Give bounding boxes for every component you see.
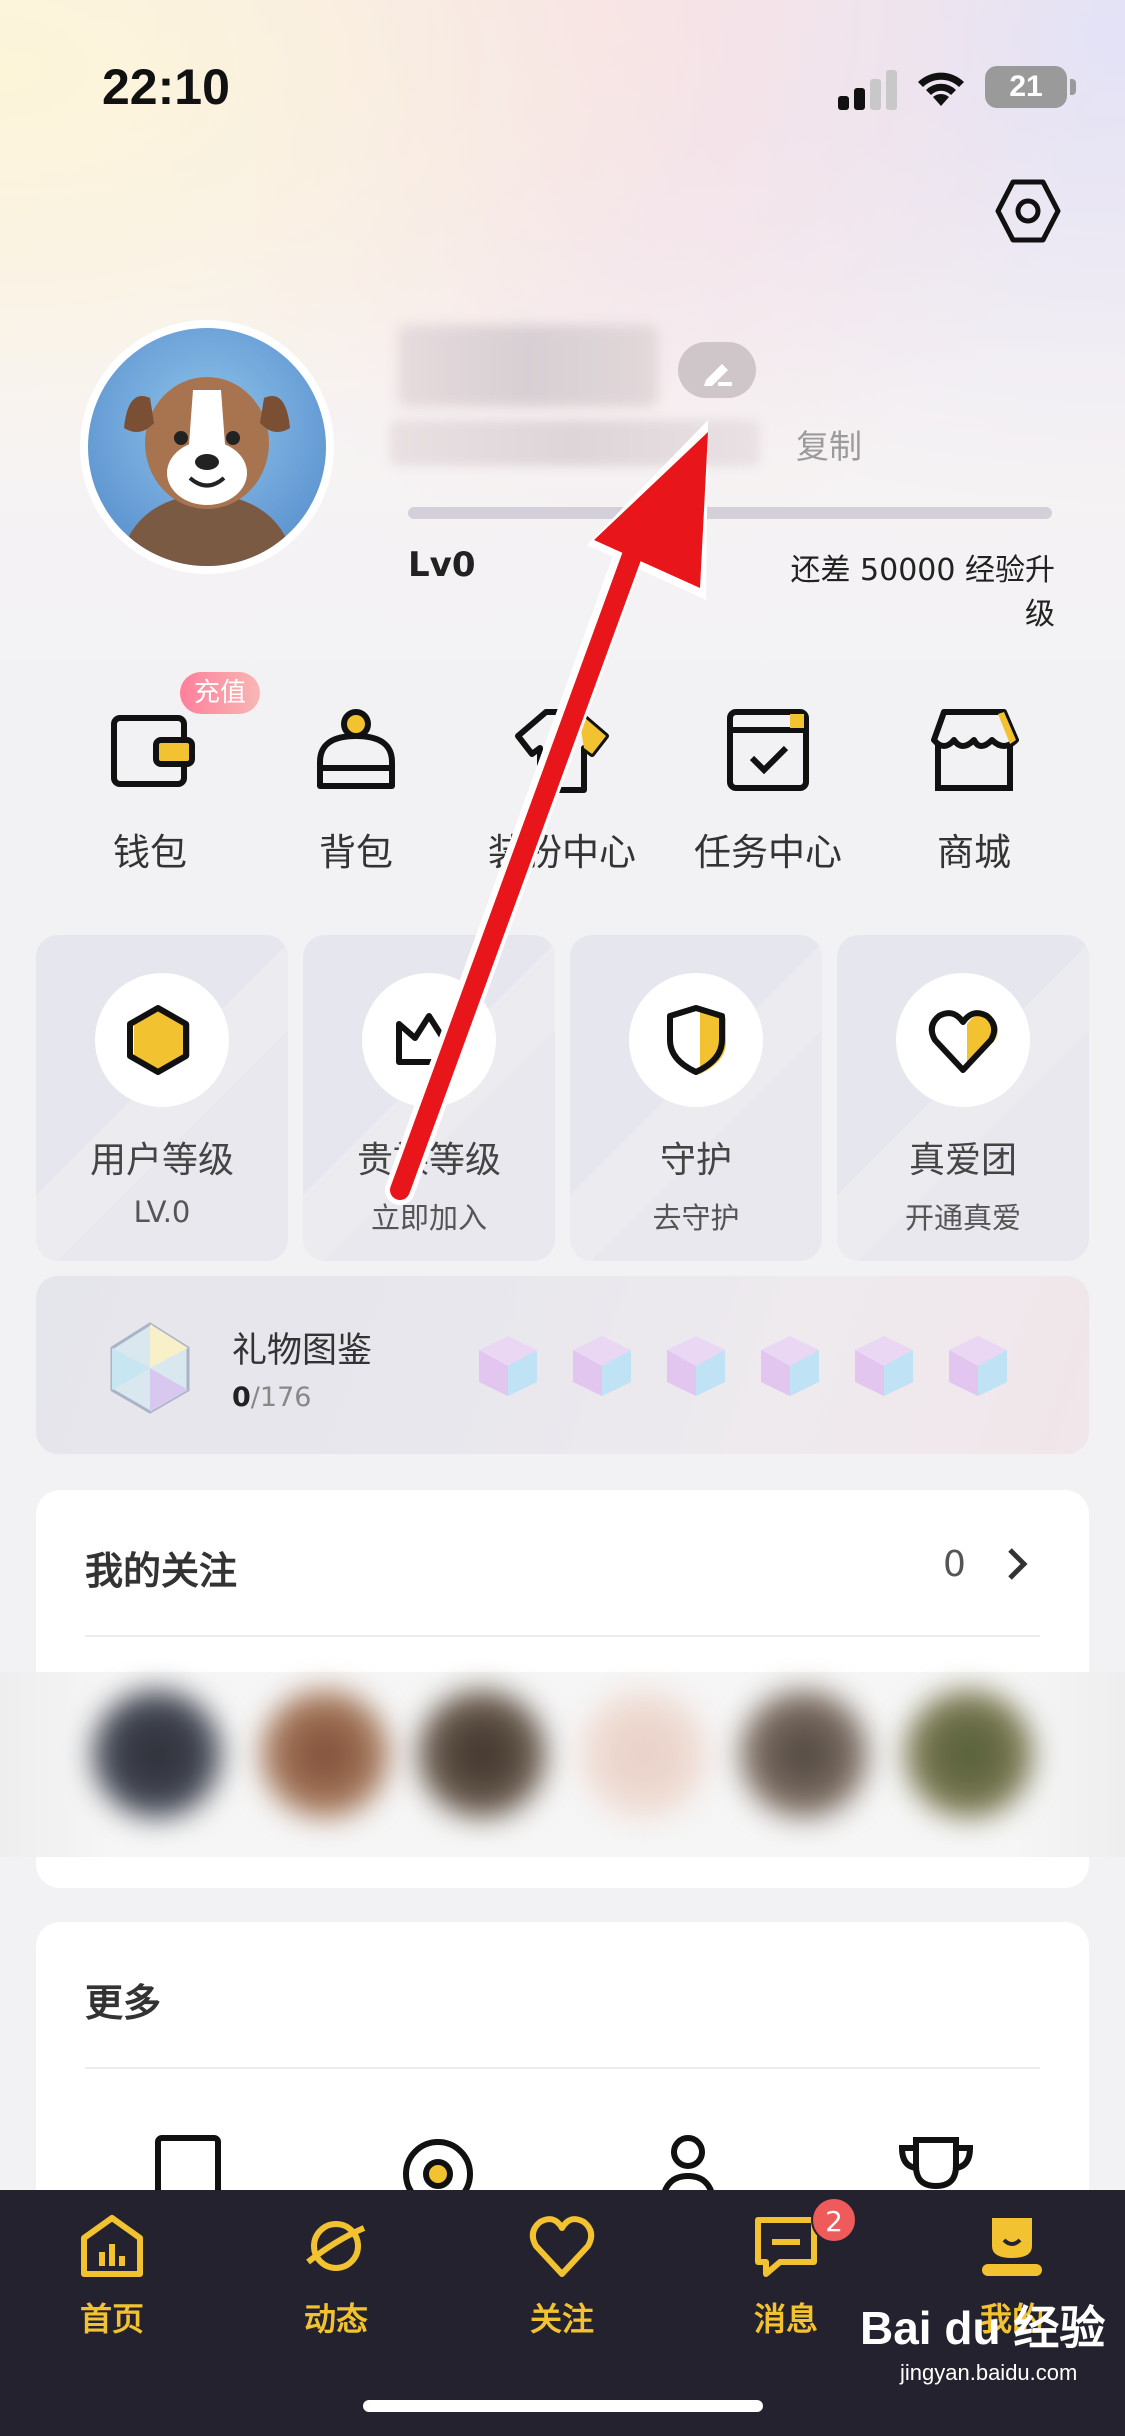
card-subtitle: 立即加入 — [370, 1201, 487, 1235]
hexagon-icon — [127, 1005, 190, 1075]
crown-icon — [396, 1013, 462, 1065]
user-id-blurred — [390, 420, 760, 466]
dressup-center-button[interactable]: 装扮中心 — [462, 700, 662, 876]
backpack-button[interactable]: 背包 — [256, 700, 456, 876]
watermark-url: jingyan.baidu.com — [900, 2360, 1078, 2385]
settings-icon[interactable] — [995, 178, 1061, 244]
card-subtitle: 去守护 — [652, 1201, 740, 1235]
task-icon — [727, 709, 809, 791]
tab-label: 消息 — [753, 2300, 818, 2338]
gift-cube-icon — [667, 1336, 725, 1396]
battery-icon: 21 — [985, 66, 1076, 108]
card-title: 用户等级 — [89, 1140, 234, 1181]
followed-avatar[interactable] — [905, 1690, 1033, 1818]
wallet-icon — [111, 715, 195, 787]
watermark: Bai du 经验 — [860, 2302, 1106, 2354]
tab-label: 动态 — [303, 2300, 368, 2338]
dog-avatar-icon — [124, 377, 290, 566]
backpack-label: 背包 — [319, 831, 393, 874]
edit-icon — [704, 364, 732, 386]
task-label: 任务中心 — [694, 831, 842, 874]
gift-cube-icon — [949, 1336, 1007, 1396]
divider — [85, 1635, 1040, 1637]
guard-card[interactable]: 守护 去守护 — [570, 935, 822, 1261]
copy-id-button[interactable]: 复制 — [796, 420, 862, 468]
recharge-badge[interactable]: 充值 — [180, 672, 261, 714]
shop-label: 商城 — [937, 831, 1011, 874]
follow-count: 0 — [943, 1544, 966, 1585]
noble-level-card[interactable]: 贵族等级 立即加入 — [303, 935, 555, 1261]
tab-follow[interactable]: 关注 — [462, 2210, 662, 2340]
followed-avatar[interactable] — [740, 1690, 868, 1818]
card-title: 守护 — [659, 1140, 732, 1181]
gift-catalog-count: 0/176 — [232, 1382, 312, 1413]
status-time: 22:10 — [102, 59, 230, 115]
home-indicator — [363, 2400, 763, 2412]
avatar[interactable] — [80, 320, 334, 574]
exp-hint: 还差 50000 经验升级 — [790, 553, 1055, 632]
message-badge: 2 — [811, 2197, 857, 2243]
divider — [85, 2067, 1040, 2069]
crystal-icon — [110, 1322, 190, 1414]
gift-catalog-title: 礼物图鉴 — [232, 1331, 373, 1371]
shop-button[interactable]: 商城 — [874, 700, 1074, 876]
heart-icon — [928, 1010, 998, 1073]
wallet-button[interactable]: 钱包 — [50, 700, 250, 876]
followed-avatar[interactable] — [93, 1690, 221, 1818]
shield-icon — [667, 1005, 726, 1075]
followed-avatar[interactable] — [261, 1690, 389, 1818]
chevron-right-icon[interactable] — [1002, 1546, 1032, 1582]
shirt-icon — [515, 709, 609, 793]
tab-messages[interactable]: 消息 — [686, 2210, 886, 2340]
backpack-icon — [317, 709, 395, 789]
level-label: Lv0 — [408, 545, 476, 585]
wallet-label: 钱包 — [113, 831, 187, 874]
edit-profile-button[interactable] — [678, 342, 756, 398]
wifi-icon — [918, 72, 964, 106]
exp-progress-bar — [408, 507, 1052, 519]
followed-avatar[interactable] — [580, 1690, 708, 1818]
shop-icon — [931, 709, 1019, 791]
dressup-label: 装扮中心 — [488, 831, 636, 874]
planet-icon — [306, 2221, 366, 2271]
signal-icon — [838, 68, 898, 110]
task-center-button[interactable]: 任务中心 — [668, 700, 868, 876]
true-love-card[interactable]: 真爱团 开通真爱 — [837, 935, 1089, 1261]
gift-cube-icon — [479, 1336, 537, 1396]
more-title: 更多 — [85, 1981, 162, 2025]
gift-cube-icon — [855, 1336, 913, 1396]
gift-cube-icon — [573, 1336, 631, 1396]
tab-label: 关注 — [529, 2300, 594, 2338]
profile-icon — [982, 2218, 1042, 2276]
my-follows-title[interactable]: 我的关注 — [85, 1540, 237, 1595]
card-title: 贵族等级 — [356, 1140, 501, 1181]
tab-home[interactable]: 首页 — [12, 2210, 212, 2340]
card-subtitle: 开通真爱 — [904, 1201, 1021, 1235]
card-title: 真爱团 — [908, 1140, 1017, 1181]
home-chart-icon — [81, 2215, 143, 2277]
gift-cube-icon — [761, 1336, 819, 1396]
nickname-blurred — [398, 325, 658, 407]
followed-avatar[interactable] — [418, 1690, 546, 1818]
card-subtitle: LV.0 — [133, 1195, 191, 1229]
user-level-card[interactable]: 用户等级 LV.0 — [36, 935, 288, 1261]
tab-moments[interactable]: 动态 — [236, 2210, 436, 2340]
heart-icon — [529, 2216, 595, 2277]
tab-label: 首页 — [79, 2300, 144, 2338]
